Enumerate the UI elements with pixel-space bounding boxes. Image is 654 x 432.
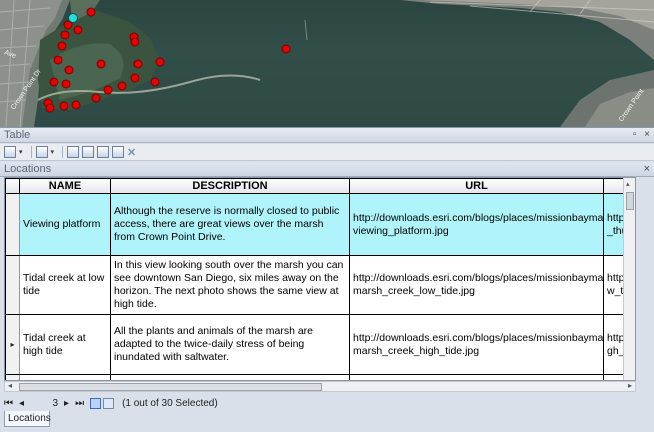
table-toolbar: ▾ ▾ ✕: [0, 144, 654, 161]
record-navigator: ⏮ ◂ 3 ▸ ⏭ (1 out of 30 Selected): [4, 394, 650, 412]
location-point[interactable]: [150, 77, 160, 87]
table-row[interactable]: ▸ Tidal creek at high tide All the plant…: [5, 314, 635, 375]
cell-description[interactable]: In this view looking south over the mars…: [110, 255, 350, 315]
location-point[interactable]: [61, 79, 71, 89]
record-number-field[interactable]: 3: [30, 398, 58, 409]
cell-name[interactable]: Viewing platform: [19, 193, 111, 256]
row-selector-header[interactable]: [5, 178, 20, 194]
show-selected-records-icon[interactable]: [103, 397, 115, 409]
cell-description[interactable]: Although the reserve is normally closed …: [110, 193, 350, 256]
tab-locations[interactable]: Locations: [4, 163, 51, 175]
cell-url[interactable]: http://downloads.esri.com/blogs/places/m…: [349, 255, 604, 315]
location-point[interactable]: [86, 7, 96, 17]
location-point[interactable]: [71, 100, 81, 110]
cell-url-line: marsh_creek_high_tide.jpg: [353, 344, 480, 357]
location-point[interactable]: [155, 57, 165, 67]
map-view[interactable]: Ave Crown Point Dr Crown Point: [0, 0, 654, 127]
location-point[interactable]: [130, 37, 140, 47]
location-point[interactable]: [57, 41, 67, 51]
location-point[interactable]: [96, 59, 106, 69]
location-point[interactable]: [60, 30, 70, 40]
zoom-to-selected-icon[interactable]: [112, 146, 125, 158]
select-by-attributes-icon[interactable]: [67, 146, 80, 158]
show-all-records-icon[interactable]: [90, 397, 102, 409]
cell-url[interactable]: http://downloads.esri.com/blogs/places/m…: [349, 314, 604, 375]
row-selector[interactable]: [5, 255, 20, 315]
current-row-marker[interactable]: ▸: [5, 314, 20, 375]
location-point[interactable]: [49, 77, 59, 87]
close-tab-icon[interactable]: ×: [644, 162, 650, 176]
horizontal-scroll-thumb[interactable]: [19, 383, 322, 391]
table-window: Table ▫ × ▾ ▾ ✕ Locations × NAME DESCRIP…: [0, 127, 654, 432]
column-header-url[interactable]: URL: [349, 178, 604, 194]
table-options-icon[interactable]: [4, 146, 16, 158]
column-header-name[interactable]: NAME: [19, 178, 111, 194]
table-window-titlebar[interactable]: Table ▫ ×: [0, 128, 654, 143]
cell-url-line: http://downloads.esri.com/blogs/places/m…: [353, 331, 604, 344]
cell-url-line: marsh_creek_low_tide.jpg: [353, 285, 475, 297]
selection-status: (1 out of 30 Selected): [122, 397, 218, 409]
location-point[interactable]: [45, 103, 55, 113]
restore-button[interactable]: ▫: [633, 129, 637, 140]
first-record-icon[interactable]: ⏮: [4, 398, 13, 409]
vertical-scrollbar[interactable]: ▴: [623, 178, 635, 380]
location-point[interactable]: [73, 25, 83, 35]
switch-selection-icon[interactable]: [82, 146, 95, 158]
location-point[interactable]: [117, 81, 127, 91]
toolbar-separator: [30, 146, 32, 158]
location-point[interactable]: [63, 20, 73, 30]
clear-selection-icon[interactable]: [97, 146, 110, 158]
scroll-right-icon[interactable]: ▸: [628, 381, 632, 390]
cell-description[interactable]: All the plants and animals of the marsh …: [110, 314, 350, 375]
table-row[interactable]: Tidal creek at low tide In this view loo…: [5, 255, 635, 315]
cell-url-line: viewing_platform.jpg: [353, 224, 449, 237]
attribute-grid[interactable]: NAME DESCRIPTION URL Viewing platform Al…: [4, 177, 636, 381]
cell-url-line: http://downloads.esri.com/blogs/places/m…: [353, 272, 604, 284]
table-row[interactable]: Viewing platform Although the reserve is…: [5, 193, 635, 256]
location-point[interactable]: [103, 85, 113, 95]
location-point[interactable]: [133, 59, 143, 69]
next-record-icon[interactable]: ▸: [64, 398, 69, 409]
location-point[interactable]: [59, 101, 69, 111]
column-header-description[interactable]: DESCRIPTION: [110, 178, 350, 194]
related-tables-icon[interactable]: [35, 146, 48, 158]
location-point[interactable]: [91, 93, 101, 103]
toolbar-separator: [62, 146, 64, 158]
chevron-down-icon[interactable]: ▾: [51, 148, 55, 156]
scroll-up-icon[interactable]: ▴: [626, 180, 630, 188]
previous-record-icon[interactable]: ◂: [19, 398, 24, 409]
cell-name[interactable]: Tidal creek at low tide: [19, 255, 111, 315]
delete-selected-icon[interactable]: ✕: [127, 146, 136, 159]
location-point[interactable]: [130, 73, 140, 83]
location-point[interactable]: [53, 55, 63, 65]
cell-url-line: http://downloads.esri.com/blogs/places/m…: [353, 211, 604, 224]
close-button[interactable]: ×: [644, 129, 650, 140]
table-window-title: Table: [4, 129, 31, 141]
row-selector[interactable]: [5, 193, 20, 256]
location-point[interactable]: [281, 44, 291, 54]
scroll-left-icon[interactable]: ◂: [8, 381, 12, 390]
horizontal-scrollbar[interactable]: ◂ ▸: [4, 381, 636, 392]
vertical-scroll-thumb[interactable]: [626, 192, 634, 210]
tab-locations-bottom[interactable]: Locations: [4, 411, 51, 427]
header-row: NAME DESCRIPTION URL: [5, 178, 635, 194]
cell-name[interactable]: Tidal creek at high tide: [19, 314, 111, 375]
map-canvas: Ave Crown Point Dr Crown Point: [0, 0, 654, 127]
last-record-icon[interactable]: ⏭: [75, 398, 84, 409]
table-tab-strip: Locations ×: [0, 162, 654, 177]
cell-url[interactable]: http://downloads.esri.com/blogs/places/m…: [349, 193, 604, 256]
chevron-down-icon[interactable]: ▾: [19, 148, 23, 156]
location-point[interactable]: [64, 65, 74, 75]
